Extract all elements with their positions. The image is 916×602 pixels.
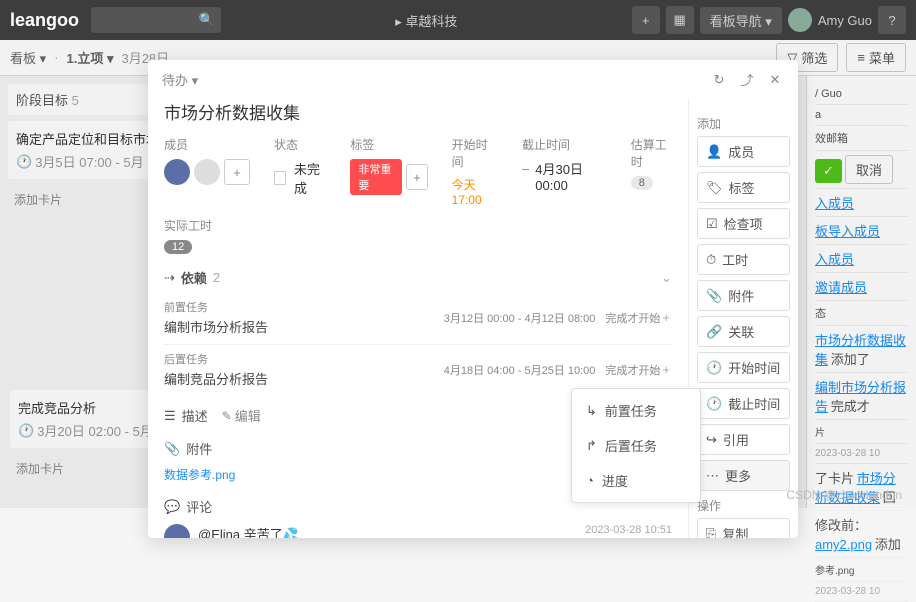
clock-icon: 🕐 — [706, 360, 722, 376]
modal-backdrop[interactable]: 待办 ▾ ↻ ⤴ ✕ 市场分析数据收集 成员+ 状态未完成 标签非常重要+ 开始… — [0, 40, 916, 508]
side-copy-button[interactable]: ⎘复制 — [697, 518, 790, 538]
chevron-down-icon: ⌄ — [661, 270, 672, 286]
user-icon: 👤 — [706, 144, 722, 160]
desc-icon: ☰ — [164, 408, 176, 424]
comment-text: @Elina 辛苦了💦 — [198, 524, 577, 538]
edit-desc-button[interactable]: ✎ 编辑 — [222, 406, 261, 425]
list-icon: ☑ — [706, 216, 718, 232]
more-icon: ⋯ — [706, 468, 719, 484]
member-avatar[interactable] — [164, 159, 190, 185]
more-popup: ↳前置任务 ↱后置任务 ◔进度 — [571, 388, 701, 503]
copy-icon: ⎘ — [706, 526, 716, 539]
history-icon[interactable]: ↻ — [710, 71, 728, 89]
side-link-button[interactable]: 🔗关联 — [697, 316, 790, 347]
search-icon: 🔍 — [199, 12, 215, 28]
est-hours[interactable]: 8 — [631, 176, 653, 190]
tag-icon: 🏷 — [706, 180, 723, 196]
logo: leangoo — [10, 10, 79, 31]
progress-icon: ◔ — [586, 473, 594, 488]
post-icon: ↱ — [586, 438, 597, 454]
apps-button[interactable]: ▦ — [666, 6, 694, 34]
link-icon: 🔗 — [706, 324, 722, 340]
side-attach-button[interactable]: 📎附件 — [697, 280, 790, 311]
add-button[interactable]: + — [632, 6, 660, 34]
comment-icon: 💬 — [164, 499, 180, 515]
status-dropdown[interactable]: 待办 ▾ — [162, 70, 198, 89]
org-name[interactable]: ▸ 卓越科技 — [221, 11, 632, 30]
popup-progress[interactable]: ◔进度 — [572, 463, 700, 498]
dep-task[interactable]: 编制竞品分析报告 — [164, 369, 444, 388]
search-input[interactable]: 🔍 — [91, 7, 221, 33]
topbar: leangoo 🔍 ▸ 卓越科技 + ▦ 看板导航 ▾ Amy Guo ? — [0, 0, 916, 40]
popup-post-task[interactable]: ↱后置任务 — [572, 428, 700, 463]
add-dep-button[interactable]: + — [660, 360, 672, 379]
ref-icon: ↪ — [706, 432, 717, 448]
side-ref-button[interactable]: ↪引用 — [697, 424, 790, 455]
side-start-button[interactable]: 🕐开始时间 — [697, 352, 790, 383]
dep-task[interactable]: 编制市场分析报告 — [164, 317, 444, 336]
attach-icon: 📎 — [706, 288, 722, 304]
close-icon[interactable]: ✕ — [766, 71, 784, 89]
side-more-button[interactable]: ⋯更多 — [697, 460, 790, 491]
avatar[interactable] — [788, 8, 812, 32]
member-avatar[interactable] — [194, 159, 220, 185]
link-icon: ⇢ — [164, 270, 175, 286]
help-button[interactable]: ? — [878, 6, 906, 34]
share-icon[interactable]: ⤴ — [738, 71, 756, 89]
card-modal: 待办 ▾ ↻ ⤴ ✕ 市场分析数据收集 成员+ 状态未完成 标签非常重要+ 开始… — [148, 60, 798, 538]
pre-icon: ↳ — [586, 403, 597, 419]
add-tag-button[interactable]: + — [406, 164, 428, 190]
modal-sidebar: 添加 👤成员 🏷标签 ☑检查项 ⏱工时 📎附件 🔗关联 🕐开始时间 🕐截止时间 … — [688, 99, 798, 538]
side-hours-button[interactable]: ⏱工时 — [697, 244, 790, 275]
side-checklist-button[interactable]: ☑检查项 — [697, 208, 790, 239]
side-end-button[interactable]: 🕐截止时间 — [697, 388, 790, 419]
side-tag-button[interactable]: 🏷标签 — [697, 172, 790, 203]
attach-icon: 📎 — [164, 441, 180, 457]
comment-avatar — [164, 524, 190, 538]
deps-header[interactable]: ⇢依赖2⌄ — [164, 268, 672, 287]
attachment-link[interactable]: 数据参考.png — [164, 468, 235, 482]
watermark: CSDN @zhaodundun — [786, 488, 902, 502]
side-member-button[interactable]: 👤成员 — [697, 136, 790, 167]
tag[interactable]: 非常重要 — [350, 159, 402, 195]
user-name: Amy Guo — [818, 13, 872, 28]
add-dep-button[interactable]: + — [660, 308, 672, 327]
clock-icon: 🕐 — [706, 396, 722, 412]
hours-icon: ⏱ — [706, 252, 716, 268]
end-time[interactable]: – 4月30日 00:00 — [522, 159, 607, 193]
board-nav[interactable]: 看板导航 ▾ — [700, 7, 782, 34]
actual-hours[interactable]: 12 — [164, 240, 192, 254]
card-title[interactable]: 市场分析数据收集 — [164, 99, 672, 124]
start-time[interactable]: 今天17:00 — [452, 176, 498, 207]
status-checkbox[interactable]: 未完成 — [274, 159, 326, 197]
popup-pre-task[interactable]: ↳前置任务 — [572, 393, 700, 428]
add-member-button[interactable]: + — [224, 159, 250, 185]
